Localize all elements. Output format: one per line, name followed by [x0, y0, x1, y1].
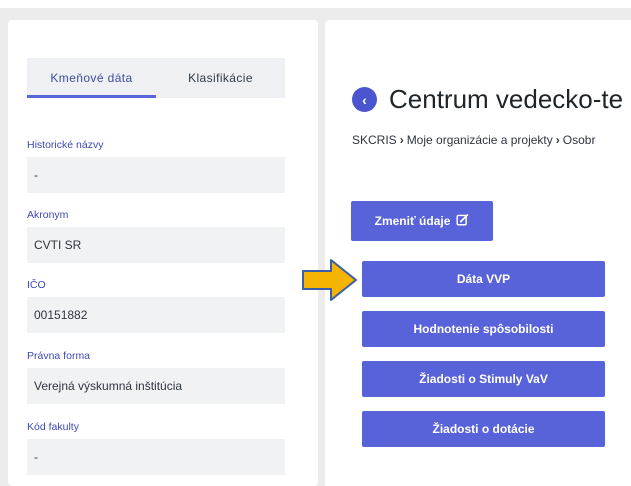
field-label: Kód fakulty: [27, 421, 79, 433]
chevron-left-icon[interactable]: ‹: [352, 87, 377, 112]
breadcrumb-item[interactable]: Moje organizácie a projekty: [407, 133, 553, 147]
assessment-button[interactable]: Hodnotenie spôsobilosti: [362, 311, 605, 347]
page-title: Centrum vedecko-te: [389, 84, 624, 114]
incentive-requests-button[interactable]: Žiadosti o Stimuly VaV: [362, 361, 605, 397]
field-kod-fakulty: Kód fakulty -: [27, 420, 285, 475]
data-vvp-button[interactable]: Dáta VVP: [362, 261, 605, 297]
field-value: -: [27, 439, 285, 475]
tab-klasifikacie[interactable]: Klasifikácie: [156, 58, 285, 98]
tab-bar: Kmeňové dáta Klasifikácie: [27, 58, 285, 98]
field-historicke-nazvy: Historické názvy -: [27, 138, 285, 193]
button-label: Zmeniť údaje: [374, 214, 451, 228]
field-value: -: [27, 157, 285, 193]
field-label: Právna forma: [27, 350, 91, 362]
edit-icon: [456, 213, 469, 229]
field-akronym: Akronym CVTI SR: [27, 208, 285, 263]
breadcrumb: SKCRIS › Moje organizácie a projekty › Osobr: [352, 133, 595, 147]
field-ico: IČO 00151882: [27, 278, 285, 333]
grant-requests-button[interactable]: Žiadosti o dotácie: [362, 411, 605, 447]
arrow-right-icon: [302, 259, 357, 301]
field-value: 00151882: [27, 297, 285, 333]
page-header: ‹ Centrum vedecko-te: [352, 84, 623, 115]
field-label: Akronym: [27, 209, 69, 221]
chevron-right-icon: ›: [555, 133, 560, 147]
field-value: CVTI SR: [27, 227, 285, 263]
tab-kmenove-data[interactable]: Kmeňové dáta: [27, 58, 156, 98]
field-pravna-forma: Právna forma Verejná výskumná inštitúcia: [27, 349, 285, 404]
field-label: IČO: [27, 279, 46, 291]
breadcrumb-item[interactable]: SKCRIS: [352, 133, 397, 147]
field-value: Verejná výskumná inštitúcia: [27, 368, 285, 404]
chevron-right-icon: ›: [399, 133, 404, 147]
edit-data-button[interactable]: Zmeniť údaje: [351, 201, 493, 241]
breadcrumb-item[interactable]: Osobr: [563, 133, 596, 147]
field-label: Historické názvy: [27, 139, 104, 151]
